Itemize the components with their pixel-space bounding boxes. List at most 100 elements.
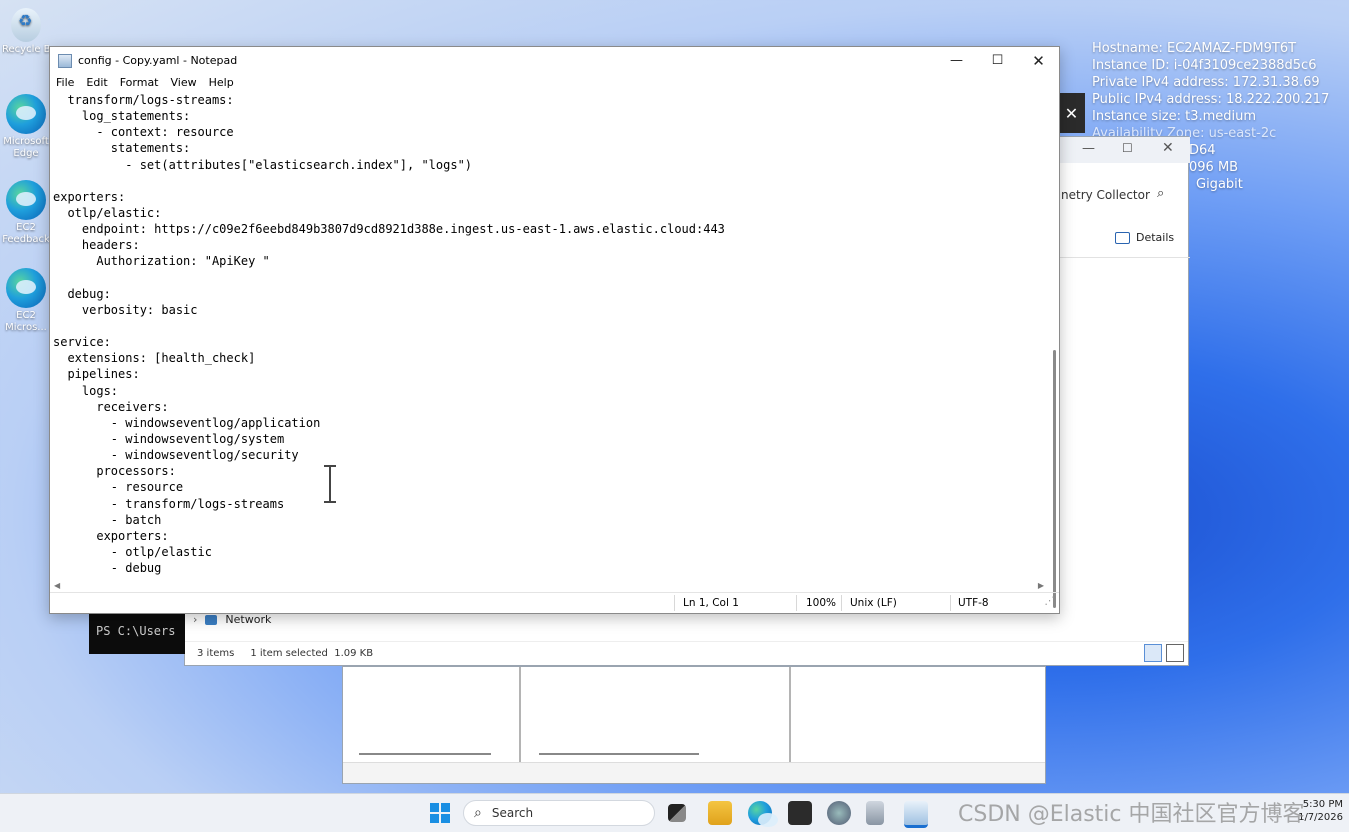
scroll-right-icon[interactable]: ▶ (1038, 581, 1044, 590)
editor-line: Authorization: "ApiKey " (53, 254, 270, 269)
explorer-search-box[interactable]: netry Collector ⌕ (1061, 181, 1190, 211)
editor-line: exporters: (53, 189, 126, 204)
close-icon[interactable]: ✕ (1162, 140, 1174, 156)
desktop-icon-label: Recycle Bin (2, 44, 50, 55)
edge-icon (6, 180, 46, 220)
clock-time: 5:30 PM (1302, 799, 1343, 810)
desktop-icon-label: EC2 Feedback (2, 222, 50, 245)
editor-line: - transform/logs-streams (53, 496, 285, 511)
status-size: 1.09 KB (334, 648, 374, 659)
editor-line: otlp/elastic: (53, 205, 162, 220)
settings-gear-icon[interactable] (827, 801, 851, 825)
desktop-icon-recycle-bin[interactable]: Recycle Bin (2, 8, 50, 56)
desktop-icon-ec2-microsoft[interactable]: EC2 Micros... (2, 268, 50, 334)
minimize-button[interactable]: — (936, 47, 977, 74)
close-icon: ✕ (1064, 103, 1079, 123)
maximize-icon[interactable]: ☐ (1122, 141, 1133, 155)
nav-item-network[interactable]: › Network (193, 613, 271, 626)
notepad-statusbar: Ln 1, Col 1 100% Unix (LF) UTF-8 ⋰ (50, 592, 1059, 613)
menubar: File Edit Format View Help (50, 74, 1059, 92)
menu-view[interactable]: View (165, 74, 203, 92)
close-panel-button[interactable]: ✕ (1058, 93, 1085, 133)
desktop-icon-ec2-feedback[interactable]: EC2 Feedback (2, 180, 50, 246)
details-pane-icon (1115, 231, 1130, 244)
edge-icon (6, 94, 46, 134)
scrollbar[interactable] (539, 753, 699, 755)
network-icon (205, 614, 218, 625)
start-button[interactable] (428, 801, 452, 825)
editor-line: debug: (53, 286, 111, 301)
editor-content: transform/logs-streams: log_statements: … (50, 92, 1048, 576)
large-icons-view-button[interactable] (1166, 644, 1184, 662)
vertical-scrollbar[interactable] (1049, 92, 1057, 608)
editor-line: statements: (53, 141, 191, 156)
horizontal-scrollbar[interactable]: ◀ ▶ (50, 581, 1048, 592)
windows-logo-icon (430, 803, 439, 812)
divider (950, 595, 951, 611)
info-private-ip: Private IPv4 address: 172.31.38.69 (1092, 75, 1320, 90)
menu-format[interactable]: Format (114, 74, 165, 92)
taskbar-search[interactable]: ⌕ Search (463, 800, 655, 826)
editor-line: pipelines: (53, 367, 140, 382)
desktop-icon-edge[interactable]: Microsoft Edge (2, 94, 50, 160)
server-manager-icon[interactable] (866, 801, 884, 825)
details-view-button[interactable] (1144, 644, 1162, 662)
system-clock[interactable]: 5:30 PM 1/7/2026 (1298, 798, 1343, 824)
menu-help[interactable]: Help (203, 74, 240, 92)
chevron-right-icon: › (193, 613, 198, 626)
close-button[interactable]: ✕ (1018, 47, 1059, 74)
resize-grip-icon[interactable]: ⋰ (1045, 595, 1056, 607)
info-instance-size: Instance size: t3.medium (1092, 109, 1257, 124)
scrollbar[interactable] (359, 753, 491, 755)
file-explorer-icon[interactable] (708, 801, 732, 825)
status-encoding: UTF-8 (958, 597, 989, 609)
recycle-bin-icon (11, 8, 41, 42)
status-zoom: 100% (806, 597, 837, 609)
editor-line: - context: resource (53, 125, 234, 140)
windows-logo-icon (430, 814, 439, 823)
editor-line: headers: (53, 238, 140, 253)
notepad-taskbar-icon[interactable] (904, 801, 928, 828)
background-window-lower[interactable] (342, 666, 1046, 784)
editor-line: - debug (53, 561, 162, 576)
powershell-prompt: PS C:\Users (96, 624, 176, 638)
search-icon: ⌕ (1157, 186, 1165, 201)
status-item-count: 3 items (197, 648, 235, 659)
notepad-titlebar: config - Copy.yaml - Notepad — ☐ ✕ (50, 47, 1059, 74)
editor-line: logs: (53, 383, 119, 398)
divider (1060, 257, 1190, 258)
divider (674, 595, 675, 611)
editor-line: extensions: [health_check] (53, 351, 256, 366)
pane-left (343, 667, 521, 763)
powershell-window[interactable]: PS C:\Users (89, 612, 185, 654)
notepad-window[interactable]: config - Copy.yaml - Notepad — ☐ ✕ File … (49, 46, 1060, 614)
editor-line: - batch (53, 512, 162, 527)
menu-edit[interactable]: Edit (80, 74, 113, 92)
editor-line: receivers: (53, 399, 169, 414)
details-button[interactable]: Details (1115, 231, 1174, 244)
maximize-button[interactable]: ☐ (977, 47, 1018, 74)
terminal-icon[interactable] (788, 801, 812, 825)
info-instance-id: Instance ID: i-04f3109ce2388d5c6 (1092, 58, 1317, 73)
menu-file[interactable]: File (50, 74, 80, 92)
status-selected: 1 item selected (250, 648, 328, 659)
editor-line: - set(attributes["elasticsearch.index"],… (53, 157, 473, 172)
editor-line: exporters: (53, 528, 169, 543)
lower-window-status (343, 762, 1045, 783)
divider (796, 595, 797, 611)
task-view-icon[interactable] (668, 804, 686, 822)
edge-icon (6, 268, 46, 308)
text-cursor-ibeam (324, 465, 336, 505)
scroll-left-icon[interactable]: ◀ (54, 581, 60, 590)
search-placeholder: Search (491, 806, 534, 820)
nav-item-label: Network (225, 613, 272, 626)
explorer-titlebar: — ☐ ✕ (1060, 137, 1190, 163)
editor-line: processors: (53, 464, 176, 479)
editor-line: - resource (53, 480, 184, 495)
minimize-icon[interactable]: — (1082, 141, 1095, 156)
text-editor[interactable]: transform/logs-streams: log_statements: … (50, 92, 1048, 581)
editor-line: - windowseventlog/application (53, 415, 321, 430)
edge-icon[interactable] (748, 801, 778, 827)
scrollbar-thumb[interactable] (1053, 350, 1056, 608)
